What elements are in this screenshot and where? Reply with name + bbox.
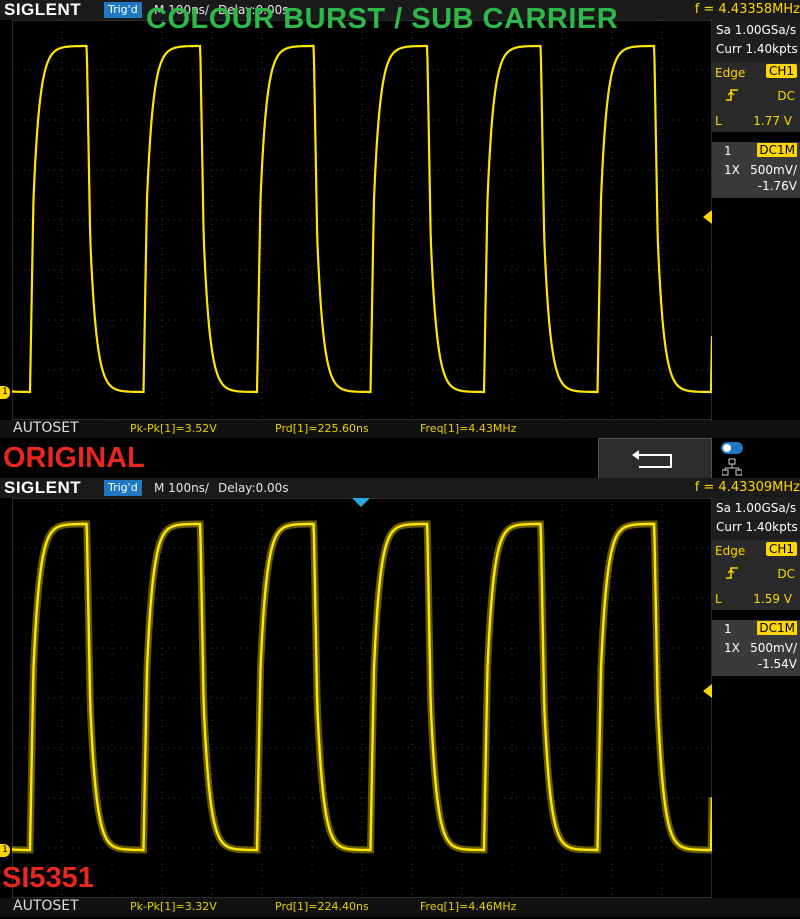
- acquisition-info: Sa 1.00GSa/s Curr 1.40kpts: [712, 20, 800, 62]
- waveform-grid: [12, 498, 712, 898]
- autoset-button[interactable]: AUTOSET: [13, 898, 79, 914]
- trigger-level-marker[interactable]: [703, 210, 712, 224]
- measurement-frequency: Freq[1]=4.46MHz: [420, 900, 517, 913]
- trigger-status: Trig'd: [104, 480, 142, 496]
- trigger-level: 1.77 V: [753, 114, 792, 128]
- channel1-panel[interactable]: 1 DC1M 1X 500mV/ -1.76V: [712, 142, 800, 198]
- trigger-position-marker[interactable]: [352, 498, 370, 507]
- scope-panel-si5351: SIGLENT Trig'd M 100ns/ Delay:0.00s f = …: [0, 478, 800, 919]
- back-button[interactable]: [598, 438, 712, 482]
- toggle-icon[interactable]: [721, 442, 743, 454]
- siglent-logo: SIGLENT: [4, 0, 82, 19]
- channel-coupling: DC1M: [757, 143, 797, 157]
- rising-edge-icon: [725, 88, 739, 105]
- delay[interactable]: Delay:0.00s: [218, 478, 289, 498]
- measurement-period: Prd[1]=224.40ns: [275, 900, 369, 913]
- memory-depth: Curr 1.40kpts: [716, 520, 798, 534]
- probe-ratio: 1X: [724, 163, 740, 177]
- probe-ratio: 1X: [724, 641, 740, 655]
- trigger-source: CH1: [765, 542, 797, 556]
- level-label: L: [715, 114, 722, 128]
- ch1-ground-marker[interactable]: 1: [0, 386, 10, 399]
- frequency-counter: f = 4.43309MHz: [694, 480, 800, 495]
- memory-depth: Curr 1.40kpts: [716, 42, 798, 56]
- trigger-panel[interactable]: Edge CH1 DC L 1.59 V: [712, 540, 800, 610]
- channel-number: 1: [724, 144, 732, 158]
- trigger-coupling: DC: [777, 89, 795, 103]
- channel-offset: -1.76V: [757, 179, 797, 193]
- ch1-ground-marker[interactable]: 1: [0, 844, 10, 857]
- scope-panel-original: SIGLENT Trig'd M 100ns/ Delay:0.00s f = …: [0, 0, 800, 439]
- ch1-trace: [12, 522, 712, 852]
- channel-coupling: DC1M: [757, 621, 797, 635]
- trigger-source: CH1: [765, 64, 797, 78]
- siglent-logo: SIGLENT: [4, 478, 82, 497]
- label-original: ORIGINAL: [3, 442, 145, 474]
- trigger-type: Edge: [715, 544, 746, 558]
- scope-header: SIGLENT Trig'd M 100ns/ Delay:0.00s f = …: [0, 478, 800, 498]
- measurement-frequency: Freq[1]=4.43MHz: [420, 422, 517, 435]
- rising-edge-icon: [725, 566, 739, 583]
- channel-number: 1: [724, 622, 732, 636]
- sample-rate: Sa 1.00GSa/s: [716, 501, 797, 515]
- volts-per-div: 500mV/: [750, 163, 797, 177]
- frequency-counter: f = 4.43358MHz: [694, 2, 800, 17]
- grid-lines: [12, 20, 712, 420]
- measurement-pkpk: Pk-Pk[1]=3.32V: [130, 900, 217, 913]
- back-arrow-icon: [632, 450, 672, 468]
- middle-strip: ORIGINAL: [0, 438, 800, 482]
- autoset-button[interactable]: AUTOSET: [13, 420, 79, 436]
- channel-offset: -1.54V: [757, 657, 797, 671]
- waveform-grid: [12, 20, 712, 420]
- trigger-type: Edge: [715, 66, 746, 80]
- trigger-level: 1.59 V: [753, 592, 792, 606]
- measurement-bar: AUTOSET Pk-Pk[1]=3.32V Prd[1]=224.40ns F…: [0, 898, 800, 917]
- measurement-pkpk: Pk-Pk[1]=3.52V: [130, 422, 217, 435]
- acquisition-info: Sa 1.00GSa/s Curr 1.40kpts: [712, 498, 800, 540]
- banner-title: COLOUR BURST / SUB CARRIER: [146, 3, 619, 35]
- channel1-panel[interactable]: 1 DC1M 1X 500mV/ -1.54V: [712, 620, 800, 676]
- trigger-status: Trig'd: [104, 2, 142, 18]
- trigger-level-marker[interactable]: [703, 684, 712, 698]
- label-si5351: SI5351: [2, 862, 94, 894]
- volts-per-div: 500mV/: [750, 641, 797, 655]
- measurement-bar: AUTOSET Pk-Pk[1]=3.52V Prd[1]=225.60ns F…: [0, 420, 800, 439]
- timebase[interactable]: M 100ns/: [154, 478, 209, 498]
- level-label: L: [715, 592, 722, 606]
- trigger-panel[interactable]: Edge CH1 DC L 1.77 V: [712, 62, 800, 132]
- measurement-period: Prd[1]=225.60ns: [275, 422, 369, 435]
- sample-rate: Sa 1.00GSa/s: [716, 23, 797, 37]
- network-icon[interactable]: [721, 458, 743, 480]
- trigger-coupling: DC: [777, 567, 795, 581]
